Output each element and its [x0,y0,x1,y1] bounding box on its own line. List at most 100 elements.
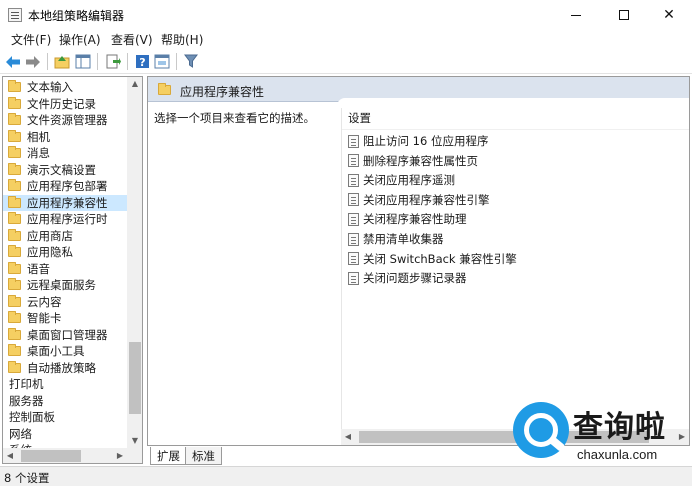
tree-item[interactable]: 文件资源管理器 [3,112,127,128]
folder-icon [8,113,21,125]
scroll-down-icon[interactable]: ▼ [127,434,142,448]
tree-item[interactable]: 桌面窗口管理器 [3,327,127,343]
tab-extended[interactable]: 扩展 [150,447,187,465]
column-divider [342,129,689,130]
tree-item[interactable]: 文本输入 [3,79,127,95]
tree-item[interactable]: 应用程序运行时 [3,211,127,227]
watermark-title: 查询啦 [573,410,666,445]
tree-item-label: 网络 [9,426,32,441]
menu-help[interactable]: 帮助(H) [159,31,205,48]
maximize-icon [619,10,629,20]
policy-setting-icon [348,134,359,148]
minimize-button[interactable] [553,0,599,30]
tree-item-label: 应用隐私 [27,245,73,259]
tree-item[interactable]: 服务器 [3,393,127,409]
tree-item[interactable]: 相机 [3,129,127,145]
tree-item[interactable]: 桌面小工具 [3,343,127,359]
forward-button[interactable] [24,53,42,70]
scroll-thumb[interactable] [129,342,141,414]
tree-item[interactable]: 网络 [3,426,127,442]
folder-icon [8,212,21,224]
tree-item[interactable]: 控制面板 [3,409,127,425]
minimize-icon [571,14,581,16]
help-button[interactable]: ? [133,53,151,70]
tree-item[interactable]: 应用隐私 [3,244,127,260]
tree-item[interactable]: 语音 [3,261,127,277]
filter-button[interactable] [182,53,200,70]
tree-item[interactable]: 演示文稿设置 [3,162,127,178]
scroll-left-icon[interactable]: ◀ [341,429,355,445]
tree-pane: 文本输入 文件历史记录 文件资源管理器 相机消息演示文稿设置 应用程序包部署 应用程序兼容… [2,76,143,464]
folder-icon [8,311,21,323]
menu-file[interactable]: 文件(F) [9,31,53,48]
scroll-left-icon[interactable]: ◀ [3,448,17,463]
properties-button[interactable] [153,53,171,70]
scroll-up-icon[interactable]: ▲ [127,77,142,91]
tree-item[interactable]: 消息 [3,145,127,161]
tree-item-label: 相机 [27,129,50,144]
tree-item[interactable]: 应用程序包部署 [3,178,127,194]
setting-row[interactable]: 关闭应用程序遥测 [348,171,455,189]
folder-icon [8,195,21,208]
tree-item-label: 语音 [27,261,50,276]
tree-item[interactable]: 智能卡 [3,310,127,326]
close-button[interactable]: ✕ [646,0,692,30]
up-level-button[interactable] [53,53,71,70]
show-hide-tree-icon [75,54,91,69]
tree-item-label: 打印机 [9,377,44,391]
toolbar-separator [47,53,48,70]
tree-item[interactable]: 云内容 [3,294,127,310]
toolbar-separator [127,53,128,70]
tree-item-label: 应用程序运行时 [27,212,108,226]
tree-item[interactable]: 应用程序兼容性 [3,194,127,211]
export-list-button[interactable] [104,53,122,70]
maximize-button[interactable] [601,0,647,30]
setting-label: 删除程序兼容性属性页 [363,153,478,168]
setting-row[interactable]: 关闭应用程序兼容性引擎 [348,191,490,209]
setting-row[interactable]: 删除程序兼容性属性页 [348,152,478,170]
folder-icon [8,327,21,340]
tree-item[interactable]: 应用商店 [3,228,127,244]
settings-list: 设置 阻止访问 16 位应用程序 删除程序兼容性属性页 关闭应用程序遥测关闭应用程序… [337,98,689,429]
toolbar-separator [97,53,98,70]
title-bar: 本地组策略编辑器 ✕ [0,0,692,30]
help-icon: ? [135,55,149,69]
scroll-right-icon[interactable]: ▶ [113,448,127,463]
setting-row[interactable]: 关闭问题步骤记录器 [348,269,467,287]
tree-vertical-scrollbar[interactable]: ▲ ▼ [127,77,142,448]
back-button[interactable] [4,53,22,70]
folder-icon [8,344,21,356]
setting-row[interactable]: 禁用清单收集器 [348,230,444,248]
tree-item-label: 消息 [27,146,50,160]
setting-row[interactable]: 关闭程序兼容性助理 [348,210,467,228]
setting-label: 关闭应用程序兼容性引擎 [363,192,490,207]
tree-item[interactable]: 打印机 [3,376,127,392]
status-bar: 8 个设置 [0,466,692,486]
setting-label: 关闭应用程序遥测 [363,173,455,188]
tree-item[interactable]: 远程桌面服务 [3,277,127,293]
tab-standard[interactable]: 标准 [185,447,222,465]
column-header-settings[interactable]: 设置 [348,110,371,126]
setting-row[interactable]: 阻止访问 16 位应用程序 [348,132,488,150]
show-hide-tree-button[interactable] [74,53,92,70]
tree-item[interactable]: 自动播放策略 [3,360,127,376]
menu-action[interactable]: 操作(A) [57,31,103,48]
tree-item-label: 应用商店 [27,228,73,243]
folder-icon [8,278,21,290]
policy-setting-icon [348,154,359,168]
tree-item-label: 云内容 [27,294,62,309]
folder-icon [8,96,21,109]
toolbar: ? [0,49,692,74]
menu-view[interactable]: 查看(V) [109,31,155,48]
folder-icon [8,162,21,175]
tree-item[interactable]: 文件历史记录 [3,96,127,112]
tree-horizontal-scrollbar[interactable]: ◀ ▶ [3,448,142,463]
tree-item-label: 文件资源管理器 [27,113,108,127]
scroll-thumb[interactable] [21,450,81,462]
detail-header-title: 应用程序兼容性 [180,85,265,99]
policy-setting-icon [348,232,359,246]
setting-row[interactable]: 关闭 SwitchBack 兼容性引擎 [348,250,517,268]
folder-icon [8,80,21,92]
export-list-icon [106,54,121,69]
logo-tail [548,435,566,453]
